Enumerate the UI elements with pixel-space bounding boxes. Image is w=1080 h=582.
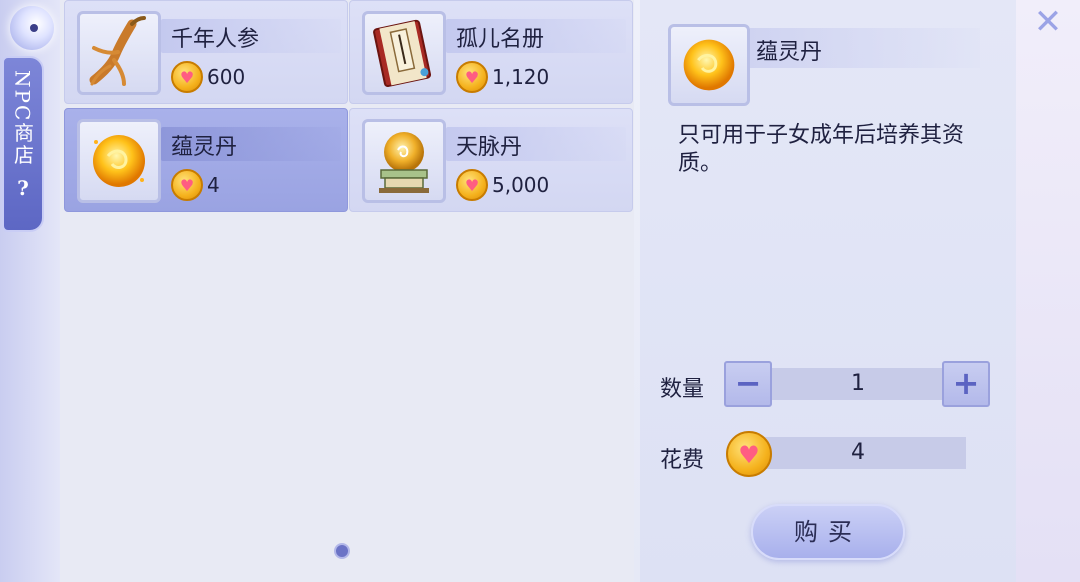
item-name: 天脉丹 [456, 135, 523, 160]
ginseng-icon [77, 11, 161, 95]
heart-coin-icon: ♥ [456, 169, 488, 201]
right-edge-decoration [1016, 0, 1080, 582]
item-card-orphan-register[interactable]: 孤儿名册 ♥ 1,120 [349, 0, 633, 104]
item-price: 4 [207, 173, 220, 197]
quantity-decrease-button[interactable]: − [724, 361, 772, 407]
item-card-spirit-pill[interactable]: 蕴灵丹 ♥ 4 [64, 108, 348, 212]
item-name: 蕴灵丹 [171, 135, 238, 160]
golden-pill-icon [77, 119, 161, 203]
book-icon [362, 11, 446, 95]
item-price: 600 [207, 65, 246, 89]
heart-coin-icon: ♥ [456, 61, 488, 93]
quantity-increase-button[interactable]: + [942, 361, 990, 407]
golden-pill-icon [668, 24, 750, 106]
item-name: 千年人参 [171, 27, 260, 52]
item-price: 5,000 [492, 173, 550, 197]
heart-coin-icon: ♥ [726, 431, 772, 477]
buy-button[interactable]: 购买 [751, 504, 905, 560]
cost-value: 4 [750, 437, 966, 469]
npc-shop-tab[interactable]: NPC商店 ? [2, 56, 44, 232]
moon-orb-icon [10, 6, 54, 50]
npc-shop-tab-label: NPC商店 [10, 70, 35, 167]
cost-label: 花费 [660, 448, 705, 473]
heart-coin-icon: ♥ [171, 169, 203, 201]
heart-coin-icon: ♥ [171, 61, 203, 93]
close-icon[interactable]: ✕ [1030, 4, 1066, 40]
detail-item-name: 蕴灵丹 [756, 40, 823, 65]
item-card-ginseng[interactable]: 千年人参 ♥ 600 [64, 0, 348, 104]
detail-description: 只可用于子女成年后培养其资质。 [678, 123, 965, 176]
help-icon[interactable]: ? [17, 176, 29, 200]
page-indicator-dot[interactable] [334, 543, 350, 559]
item-price: 1,120 [492, 65, 550, 89]
item-name: 孤儿名册 [456, 27, 545, 52]
item-card-meridian-pill[interactable]: 天脉丹 ♥ 5,000 [349, 108, 633, 212]
orb-pedestal-icon [362, 119, 446, 203]
quantity-value: 1 [770, 368, 946, 400]
quantity-label: 数量 [660, 377, 705, 402]
